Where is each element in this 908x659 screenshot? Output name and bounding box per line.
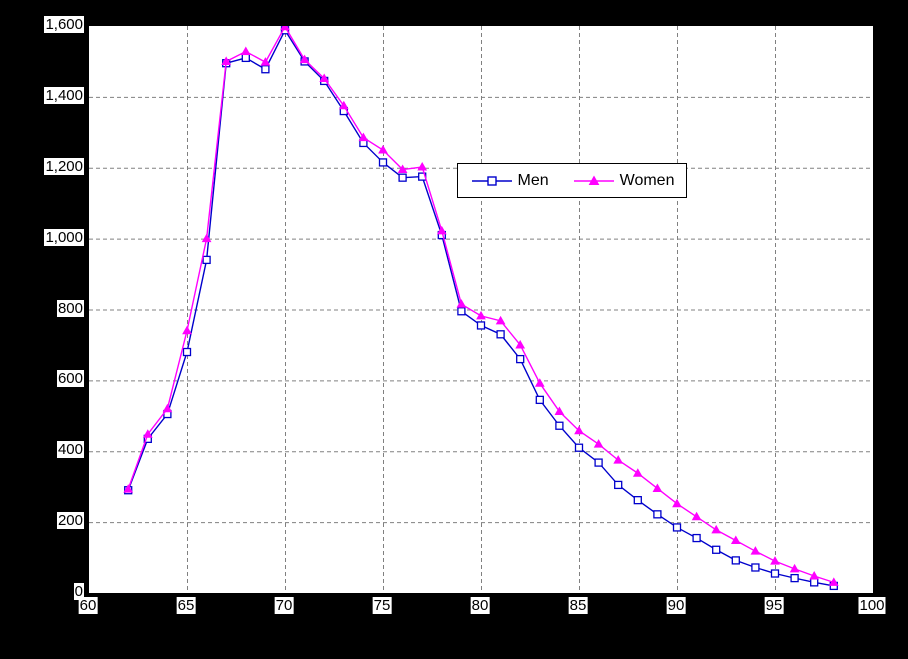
data-point-marker	[770, 569, 780, 578]
data-point-marker	[770, 556, 780, 565]
data-point-marker	[712, 545, 721, 554]
y-tick-label: 600	[56, 370, 84, 388]
x-tick-label: 75	[372, 597, 392, 614]
y-tick-label: 1,600	[44, 16, 84, 33]
x-tick-label: 95	[764, 597, 784, 614]
data-point-marker	[516, 354, 525, 364]
y-tick-label: 400	[56, 441, 84, 459]
data-point-marker	[241, 53, 250, 63]
data-point-marker	[476, 321, 486, 330]
x-tick-label: 80	[470, 597, 490, 614]
legend-label-women: Women	[619, 171, 675, 189]
data-point-marker	[240, 46, 251, 56]
data-point-marker	[730, 535, 741, 545]
data-point-marker	[555, 421, 564, 430]
data-point-marker	[653, 510, 662, 519]
chart-root: 0 200 400 600 800 1,000 1,200 1,400 1,600 60 65 70…	[0, 0, 908, 659]
x-tick-label: 70	[274, 597, 294, 614]
data-point-marker	[378, 158, 388, 167]
x-tick-label: 60	[78, 597, 98, 614]
y-tick-label: 1,000	[44, 228, 84, 246]
y-tick-label: 200	[56, 512, 84, 530]
series-women	[123, 26, 839, 586]
data-point-marker	[750, 546, 761, 555]
legend-entry-men[interactable]: Men	[470, 172, 549, 190]
grid-lines	[89, 26, 873, 593]
data-point-marker	[202, 255, 211, 265]
data-point-marker	[711, 524, 722, 534]
data-point-marker	[614, 480, 623, 490]
data-point-marker	[594, 458, 603, 467]
data-point-marker	[534, 378, 545, 387]
data-point-marker	[633, 495, 642, 505]
x-tick-label: 65	[176, 597, 196, 614]
data-point-marker	[593, 439, 604, 448]
x-tick-label: 85	[568, 597, 588, 614]
data-point-marker	[378, 145, 388, 154]
data-point-marker	[632, 468, 643, 477]
data-point-marker	[476, 310, 486, 320]
plot-area	[88, 25, 874, 594]
data-point-marker	[496, 330, 505, 339]
data-point-marker	[457, 307, 466, 316]
data-point-marker	[182, 325, 192, 335]
data-point-marker	[691, 511, 702, 521]
legend-line-marker-men-icon	[471, 175, 512, 186]
x-tick-label: 90	[666, 597, 686, 614]
data-point-marker	[810, 578, 819, 587]
legend-entry-women[interactable]: Women	[572, 171, 675, 190]
y-tick-label: 1,200	[44, 157, 84, 175]
data-point-marker	[790, 573, 799, 583]
data-point-marker	[535, 395, 544, 405]
data-point-marker	[731, 556, 740, 565]
data-point-marker	[182, 347, 192, 357]
legend-line-marker-women-icon	[573, 174, 614, 185]
data-point-marker	[574, 443, 584, 452]
y-tick-label: 800	[56, 299, 84, 317]
data-point-marker	[260, 57, 271, 66]
data-point-marker	[261, 65, 270, 74]
legend-label-men: Men	[517, 171, 549, 189]
x-tick-label: 100	[858, 597, 886, 614]
chart-canvas	[89, 26, 873, 593]
data-point-marker	[417, 162, 428, 171]
data-point-marker	[692, 533, 701, 543]
data-point-marker	[672, 523, 682, 532]
y-tick-label: 1,400	[44, 86, 84, 104]
data-point-marker	[751, 563, 760, 572]
data-point-marker	[398, 173, 407, 182]
chart-legend: Men Women	[457, 163, 687, 198]
